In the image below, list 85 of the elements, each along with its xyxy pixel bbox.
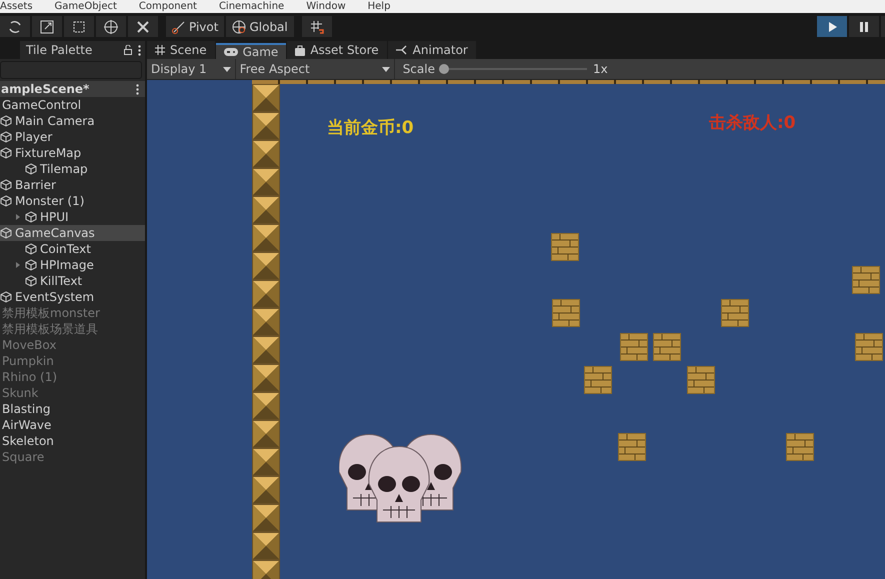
hierarchy-item[interactable]: AirWave: [0, 417, 145, 433]
crate: [721, 299, 749, 327]
cube-icon: [0, 131, 12, 143]
view-tab[interactable]: Animator: [388, 41, 476, 59]
menu-item[interactable]: Cinemachine: [218, 0, 284, 13]
hierarchy-item[interactable]: Monster (1): [0, 193, 145, 209]
hierarchy-item[interactable]: Barrier: [0, 177, 145, 193]
scale-label: Scale: [402, 62, 435, 76]
cube-icon: [25, 211, 37, 223]
cube-icon: [25, 243, 37, 255]
crate: [855, 333, 883, 361]
kill-counter: 击杀敌人:0: [709, 112, 796, 134]
transform-button[interactable]: [96, 16, 126, 37]
view-tab[interactable]: Scene: [147, 41, 215, 59]
global-button[interactable]: Global: [226, 16, 294, 37]
more-icon[interactable]: [138, 44, 141, 56]
cube-icon: [0, 179, 12, 191]
more-icon[interactable]: [136, 84, 139, 94]
cube-icon: [0, 227, 12, 239]
crate: [620, 333, 648, 361]
crate: [618, 433, 646, 461]
gamepad-icon: [224, 48, 238, 56]
scale-reading: 1x: [592, 62, 608, 76]
crate: [551, 233, 579, 261]
hierarchy-item[interactable]: HPUI: [0, 209, 145, 225]
view-tab[interactable]: Asset Store: [287, 41, 387, 59]
grid-snap-icon: [308, 18, 325, 34]
hierarchy-item[interactable]: CoinText: [0, 241, 145, 257]
cube-icon: [0, 147, 12, 159]
cube-icon: [0, 291, 12, 303]
display-dropdown[interactable]: Display 1: [147, 59, 236, 79]
cube-icon: [0, 115, 12, 127]
pivot-button[interactable]: Pivot: [166, 16, 224, 37]
globe-icon: [232, 20, 246, 34]
hierarchy-item[interactable]: GameControl: [0, 97, 145, 113]
menu-item[interactable]: Assets: [0, 0, 33, 13]
rect-icon: [71, 18, 87, 34]
bag-icon: [295, 44, 306, 56]
crate: [852, 266, 880, 294]
aspect-dropdown[interactable]: Free Aspect: [236, 59, 395, 79]
rotate-button[interactable]: [0, 16, 30, 37]
panel-tab[interactable]: Tile Palette: [20, 41, 145, 59]
crate: [653, 333, 681, 361]
crate: [786, 433, 814, 461]
hierarchy-item[interactable]: Skeleton: [0, 433, 145, 449]
crate: [687, 366, 715, 394]
rect-button[interactable]: [64, 16, 94, 37]
crate: [584, 366, 612, 394]
hierarchy-item[interactable]: HPImage: [0, 257, 145, 273]
scene-name: ampleScene*: [1, 82, 90, 96]
grid-snap-button[interactable]: [302, 16, 332, 37]
view-tab[interactable]: Game: [216, 43, 286, 59]
pivot-icon: [172, 20, 186, 34]
hierarchy-item[interactable]: Blasting: [0, 401, 145, 417]
collapsed-arrow-icon[interactable]: [14, 261, 22, 269]
collapsed-arrow-icon[interactable]: [14, 213, 22, 221]
cube-icon: [25, 163, 37, 175]
grid-icon: [155, 45, 165, 55]
hierarchy-item[interactable]: Main Camera: [0, 113, 145, 129]
play-button[interactable]: [817, 16, 847, 37]
hierarchy-item[interactable]: KillText: [0, 273, 145, 289]
menu-item[interactable]: Component: [138, 0, 197, 13]
crate: [552, 299, 580, 327]
lock-icon[interactable]: [124, 45, 132, 55]
pause-button[interactable]: [849, 16, 879, 37]
hierarchy-item[interactable]: GameCanvas: [0, 225, 145, 241]
branch-icon: [396, 45, 408, 55]
coin-counter: 当前金币:0: [327, 117, 414, 139]
transform-icon: [103, 18, 119, 34]
menu-item[interactable]: Window: [306, 0, 346, 13]
scale-icon: [39, 18, 55, 34]
hierarchy-item[interactable]: EventSystem: [0, 289, 145, 305]
hierarchy-item[interactable]: Tilemap: [0, 161, 145, 177]
dropdown-arrow-icon: [382, 66, 390, 72]
menu-item[interactable]: GameObject: [54, 0, 117, 13]
rotate-icon: [7, 18, 23, 34]
hierarchy-item[interactable]: FixtureMap: [0, 145, 145, 161]
menu-item[interactable]: Help: [368, 0, 390, 13]
dropdown-arrow-icon: [222, 66, 231, 72]
slider-thumb[interactable]: [438, 64, 449, 74]
cube-icon: [25, 275, 37, 287]
scale-button[interactable]: [32, 16, 62, 37]
cube-icon: [0, 195, 12, 207]
cube-icon: [25, 259, 37, 271]
hierarchy-item[interactable]: Player: [0, 129, 145, 145]
